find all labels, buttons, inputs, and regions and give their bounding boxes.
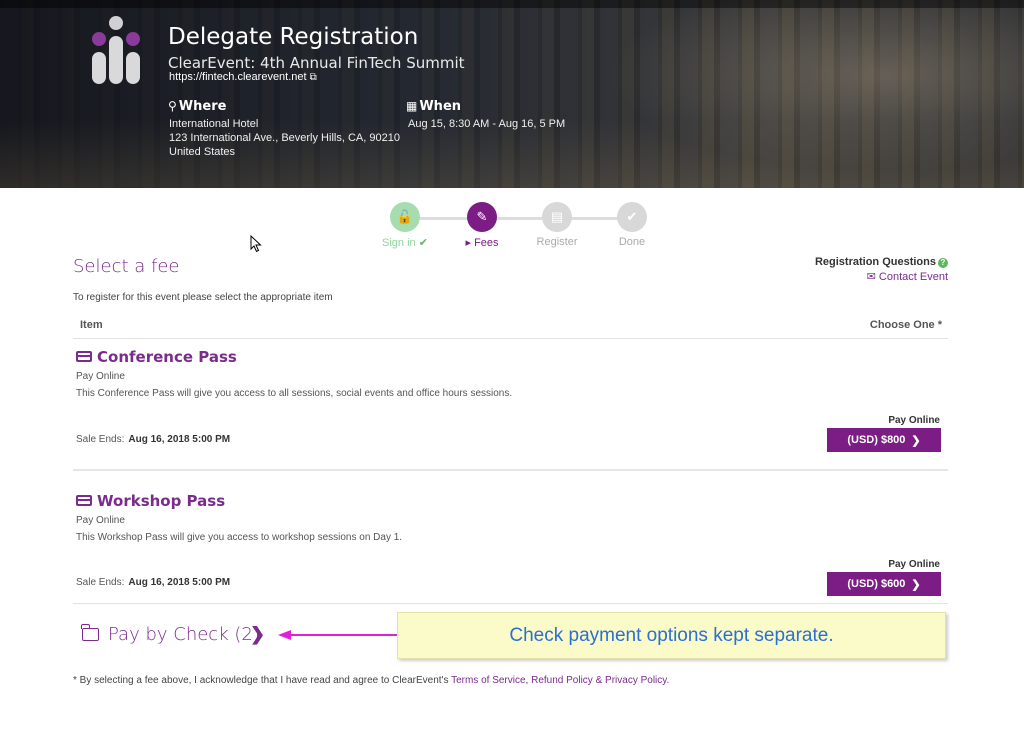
help-icon[interactable]: ? [938,258,948,268]
step-sign-in[interactable]: 🔓 [390,202,420,232]
step-label-sign-in: Sign in ✔ [370,236,440,249]
when-dates: Aug 15, 8:30 AM - Aug 16, 5 PM [408,118,566,130]
registration-questions[interactable]: Registration Questions? [815,256,948,268]
footnote-separator: & [592,675,606,686]
step-connector [420,217,470,220]
ticket-icon: ✎ [476,209,488,224]
folder-icon [81,624,99,641]
logo-dot [126,32,140,46]
credit-card-icon [76,351,92,362]
fee-description: This Conference Pass will give you acces… [76,388,513,399]
column-header-choose: Choose One * [869,319,942,331]
chevron-right-icon: ❯ [911,434,921,447]
when-heading: ▦ When [406,99,461,114]
caret-right-icon: ▸ [465,237,471,249]
pay-workshop-pass-button[interactable]: (USD) $600 ❯ [827,572,941,596]
terms-footnote: * By selecting a fee above, I acknowledg… [73,675,669,686]
form-icon: ▤ [550,209,564,224]
check-icon: ✔ [626,209,638,224]
external-link-icon: ⧉ [309,72,317,83]
step-connector [570,217,620,220]
contact-event-label[interactable]: Contact Event [879,271,948,283]
address-line: 123 International Ave., Beverly Hills, C… [169,132,400,144]
privacy-policy-link[interactable]: Privacy Policy [605,675,667,686]
event-url-text[interactable]: https://fintech.clearevent.net [169,71,307,83]
address-line: United States [169,146,236,158]
annotation-arrow [278,630,397,640]
sale-ends-date: Aug 16, 2018 5:00 PM [128,434,231,445]
chevron-right-icon[interactable]: ❯ [250,624,265,645]
registration-questions-label: Registration Questions [814,256,936,268]
chevron-right-icon: ❯ [911,578,921,591]
terms-of-service-link[interactable]: Terms of Service [451,675,525,686]
event-name: ClearEvent: 4th Annual FinTech Summit [168,54,465,72]
top-bar [0,0,1024,8]
fee-pay-method: Pay Online [76,515,125,526]
logo-dot [109,16,123,30]
fee-pay-method: Pay Online [76,371,125,382]
footnote-end: . [666,675,670,686]
divider [73,338,948,339]
when-label: When [419,99,462,114]
pay-online-heading: Pay Online [888,559,940,570]
page-title: Delegate Registration [168,24,419,50]
fee-title-text[interactable]: Workshop Pass [97,492,225,510]
fee-title-workshop-pass[interactable]: Workshop Pass [76,492,225,510]
column-header-item: Item [80,319,103,331]
divider [73,603,948,604]
divider [73,469,948,471]
fee-title-conference-pass[interactable]: Conference Pass [76,348,237,366]
calendar-icon: ▦ [406,99,418,113]
sale-ends-label: Sale Ends: [76,434,125,445]
sale-ends-label: Sale Ends: [76,577,125,588]
pay-conference-pass-button[interactable]: (USD) $800 ❯ [827,428,941,452]
intro-text: To register for this event please select… [73,292,333,303]
map-marker-icon: ⚲ [168,99,177,113]
step-register: ▤ [542,202,572,232]
where-heading: ⚲ Where [168,99,226,114]
footnote-text: * By selecting a fee above, I acknowledg… [73,675,452,686]
step-label-register: Register [536,236,578,248]
logo-bar [109,36,123,84]
step-label-text: Fees [474,237,499,249]
logo-dot [92,32,106,46]
credit-card-icon [76,495,92,506]
fee-description: This Workshop Pass will give you access … [76,532,403,543]
refund-policy-link[interactable]: Refund Policy [531,675,593,686]
check-mark-icon: ✔ [418,237,428,249]
pay-by-check-toggle[interactable]: Pay by Check (2) [81,624,260,645]
step-connector [495,217,545,220]
pay-by-check-label[interactable]: Pay by Check (2) [108,624,260,645]
address-line: International Hotel [169,118,259,130]
step-label-text: Sign in [382,237,416,249]
section-heading: Select a fee [73,256,180,277]
logo-bar [92,52,106,84]
pay-button-label[interactable]: (USD) $800 [847,434,905,446]
logo-bar [126,52,140,84]
step-fees[interactable]: ✎ [467,202,497,232]
fee-sale-ends: Sale Ends: Aug 16, 2018 5:00 PM [76,577,230,588]
mouse-cursor-icon [250,235,262,253]
fee-title-text[interactable]: Conference Pass [97,348,237,366]
event-url-link[interactable]: https://fintech.clearevent.net ⧉ [169,71,317,83]
registration-stepper: 🔓 ✎ ▤ ✔ Sign in ✔ ▸ Fees Register Done [380,202,650,250]
step-label-fees: ▸ Fees [447,236,517,249]
event-logo [88,16,144,84]
unlock-icon: 🔓 [396,209,414,224]
step-done: ✔ [617,202,647,232]
sale-ends-date: Aug 16, 2018 5:00 PM [128,577,231,588]
where-address: International Hotel 123 International Av… [169,117,400,159]
event-header-banner: Delegate Registration ClearEvent: 4th An… [0,0,1024,188]
fee-sale-ends: Sale Ends: Aug 16, 2018 5:00 PM [76,434,230,445]
annotation-callout: Check payment options kept separate. [397,612,946,659]
step-label-done: Done [618,236,646,248]
pay-online-heading: Pay Online [888,415,940,426]
pay-button-label[interactable]: (USD) $600 [847,578,905,590]
contact-event-link[interactable]: ✉ Contact Event [867,270,948,283]
envelope-icon: ✉ [866,271,876,283]
where-label: Where [178,99,227,114]
